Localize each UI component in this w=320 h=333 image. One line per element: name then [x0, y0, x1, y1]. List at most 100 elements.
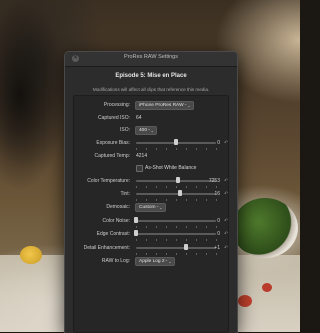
reset-arrow-icon[interactable]: ↶: [224, 191, 228, 197]
iso-value: 400: [139, 128, 148, 133]
slider-tick: [156, 186, 157, 188]
tint-row: Tint: 16 ↶: [74, 189, 228, 201]
slider-tick: [176, 186, 177, 188]
slider-tick: [196, 148, 197, 150]
chevron-updown-icon: ⌃⌄: [155, 205, 163, 210]
raw-to-log-row: RAW to Log: Apple Log 2 ⌃⌄: [74, 256, 228, 266]
slider-thumb[interactable]: [178, 190, 182, 196]
slider-tick: [196, 226, 197, 228]
as-shot-wb-row: As-Shot White Balance: [74, 163, 228, 173]
captured-iso-label: Captured ISO:: [98, 115, 130, 121]
captured-iso-value: 64: [136, 115, 142, 121]
slider-thumb[interactable]: [183, 244, 188, 250]
slider-tick: [136, 199, 137, 201]
slider-tick: [216, 226, 217, 228]
demosaic-label: Demosaic:: [106, 204, 130, 210]
slider-tick: [136, 186, 137, 188]
slider-tick: [146, 253, 147, 255]
as-shot-wb-checkbox[interactable]: [136, 165, 143, 172]
slider-tick: [156, 253, 157, 255]
reset-arrow-icon[interactable]: ↶: [224, 140, 228, 146]
window-title: ProRes RAW Settings: [124, 54, 178, 60]
lemon-half: [20, 246, 42, 264]
reset-arrow-icon[interactable]: ↶: [224, 218, 228, 224]
slider-tick: [136, 226, 137, 228]
tint-slider[interactable]: [136, 190, 217, 201]
slider-tick: [156, 148, 157, 150]
slider-thumb[interactable]: [176, 177, 181, 183]
slider-tick: [216, 253, 217, 255]
slider-tick: [196, 239, 197, 241]
slider-tick: [216, 239, 217, 241]
edge-contrast-row: Edge Contrast: 0 ↶: [74, 229, 228, 241]
title-bar: ✕ ProRes RAW Settings: [65, 52, 237, 67]
slider-tick: [166, 253, 167, 255]
slider-tick: [196, 253, 197, 255]
reset-arrow-icon[interactable]: ↶: [224, 231, 228, 237]
slider-tick: [166, 199, 167, 201]
edge-contrast-slider[interactable]: [134, 230, 217, 241]
processing-label: Processing:: [103, 102, 130, 108]
slider-tick: [206, 226, 207, 228]
exposure-bias-label: Exposure Bias:: [96, 140, 130, 146]
chef-silhouette: [0, 0, 70, 200]
slider-tick: [136, 148, 137, 150]
slider-tick: [186, 186, 187, 188]
slider-tick: [216, 199, 217, 201]
slider-tick: [186, 239, 187, 241]
captured-iso-row: Captured ISO: 64: [74, 113, 228, 123]
slider-tick: [146, 239, 147, 241]
slider-thumb[interactable]: [134, 217, 138, 223]
slider-tick: [176, 199, 177, 201]
slider-tick: [136, 239, 137, 241]
raw-to-log-popup[interactable]: Apple Log 2 ⌃⌄: [135, 257, 175, 266]
tomato: [238, 295, 252, 307]
slider-tick: [186, 226, 187, 228]
exposure-bias-slider[interactable]: [136, 139, 217, 150]
slider-tick: [156, 199, 157, 201]
slider-tick: [216, 148, 217, 150]
exposure-bias-row: Exposure Bias: 0 ↶: [74, 138, 228, 150]
color-temperature-row: Color Temperature: 7253 ↶: [74, 176, 228, 188]
color-temperature-label: Color Temperature:: [87, 178, 130, 184]
modification-note: Modifications will affect all clips that…: [92, 87, 210, 92]
slider-tick: [176, 239, 177, 241]
slider-thumb[interactable]: [134, 230, 138, 236]
slider-tick: [176, 148, 177, 150]
tint-label: Tint:: [120, 191, 130, 197]
iso-label: ISO:: [119, 127, 130, 133]
slider-tick: [146, 186, 147, 188]
slider-tick: [166, 226, 167, 228]
slider-tick: [206, 148, 207, 150]
raw-to-log-value: Apple Log 2: [139, 259, 165, 264]
slider-tick: [146, 199, 147, 201]
detail-enhancement-slider[interactable]: [136, 244, 217, 255]
slider-tick: [176, 253, 177, 255]
slider-tick: [216, 186, 217, 188]
slider-tick: [206, 253, 207, 255]
chevron-updown-icon: ⌃⌄: [164, 259, 172, 264]
detail-enhancement-label: Detail Enhancement:: [83, 245, 130, 251]
slider-tick: [206, 239, 207, 241]
slider-tick: [146, 226, 147, 228]
processing-popup[interactable]: iPhone ProRes RAW ⌃⌄: [135, 101, 194, 110]
as-shot-wb-label: As-Shot White Balance: [145, 165, 197, 171]
demosaic-popup[interactable]: Custom ⌃⌄: [135, 203, 166, 212]
slider-tick: [186, 148, 187, 150]
salad-bowl: [232, 198, 298, 258]
slider-thumb[interactable]: [174, 139, 178, 145]
edge-contrast-label: Edge Contrast:: [96, 231, 130, 237]
color-noise-slider[interactable]: [134, 217, 217, 228]
prores-raw-settings-dialog: ✕ ProRes RAW Settings Episode 5: Mise en…: [64, 51, 238, 333]
color-temperature-slider[interactable]: [136, 177, 217, 188]
slider-tick: [156, 226, 157, 228]
reset-arrow-icon[interactable]: ↶: [224, 178, 228, 184]
processing-value: iPhone ProRes RAW: [139, 103, 184, 108]
settings-panel: Processing: iPhone ProRes RAW ⌃⌄ Capture…: [73, 95, 229, 333]
slider-tick: [136, 253, 137, 255]
tomato: [262, 283, 272, 292]
chevron-updown-icon: ⌃⌄: [147, 128, 155, 133]
iso-popup[interactable]: 400 ⌃⌄: [135, 126, 158, 135]
reset-arrow-icon[interactable]: ↶: [224, 245, 228, 251]
chevron-updown-icon: ⌃⌄: [183, 103, 191, 108]
